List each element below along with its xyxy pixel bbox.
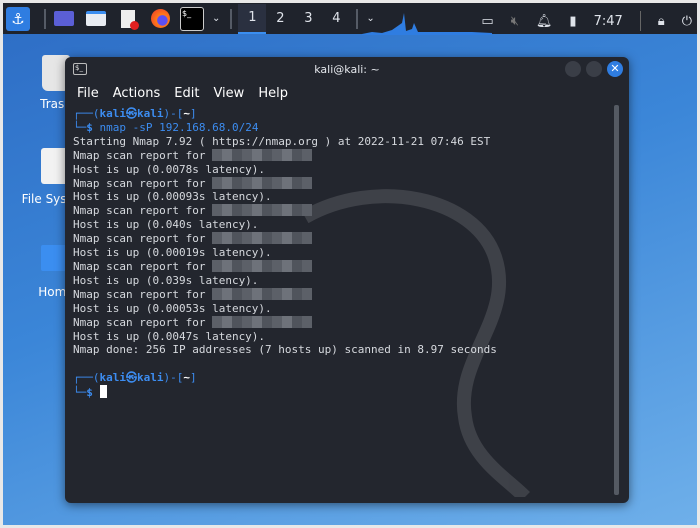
- redacted-ip: [212, 176, 313, 189]
- menu-actions[interactable]: Actions: [113, 86, 161, 101]
- terminal-icon: $_: [73, 63, 87, 75]
- cpu-graph: [362, 13, 492, 35]
- prompt-host: kali: [137, 371, 164, 385]
- output-line: Host is up (0.00093s latency).: [73, 190, 272, 204]
- menu-bar: File Actions Edit View Help: [65, 82, 629, 104]
- logout-icon[interactable]: ⏻: [682, 14, 692, 29]
- prompt-dir: ~: [183, 107, 190, 120]
- text-cursor: [99, 385, 107, 399]
- output-line: Host is up (0.0047s latency).: [73, 329, 266, 343]
- minimize-button[interactable]: [565, 61, 581, 77]
- output-line: Host is up (0.00019s latency).: [73, 246, 272, 260]
- firefox-icon[interactable]: [148, 7, 172, 31]
- close-button[interactable]: ✕: [607, 61, 623, 77]
- menu-help[interactable]: Help: [258, 86, 288, 101]
- output-line: Starting Nmap 7.92 ( https://nmap.org ) …: [73, 134, 491, 148]
- taskbar: ⚓ $_ ⌄ 1 2 3 4 ⌄ ▭ 🔇︎ 🔔︎ ▮ 7:47 🔒︎ ⏻: [0, 0, 700, 36]
- output-line: Nmap scan report for: [73, 259, 213, 273]
- output-line: Host is up (0.00053s latency).: [73, 301, 272, 315]
- output-line: Nmap scan report for: [73, 232, 213, 246]
- prompt-host: kali: [137, 107, 164, 120]
- command: nmap -sP 192.168.68.0/24: [99, 120, 259, 134]
- output-line: Nmap scan report for: [73, 176, 213, 190]
- output-line: Host is up (0.040s latency).: [73, 218, 259, 232]
- menu-edit[interactable]: Edit: [174, 86, 199, 101]
- divider: [230, 8, 233, 29]
- system-tray: ▭ 🔇︎ 🔔︎ ▮ 7:47 🔒︎ ⏻: [481, 6, 692, 36]
- output-line: Nmap done: 256 IP addresses (7 hosts up)…: [73, 343, 497, 357]
- divider: [639, 11, 641, 31]
- battery-icon[interactable]: ▮: [569, 14, 576, 29]
- text-editor-icon[interactable]: [116, 7, 140, 31]
- redacted-ip: [212, 148, 313, 161]
- workspace-3[interactable]: 3: [294, 4, 322, 34]
- terminal-window[interactable]: $_ kali@kali: ~ ✕ File Actions Edit View…: [65, 57, 629, 503]
- divider: [356, 8, 359, 29]
- lock-icon[interactable]: 🔒︎: [658, 14, 665, 29]
- redacted-ip: [212, 232, 313, 245]
- workspace-2[interactable]: 2: [266, 4, 294, 34]
- output-line: Host is up (0.039s latency).: [73, 273, 259, 287]
- window-title: kali@kali: ~: [314, 63, 380, 76]
- prompt-user: kali: [99, 107, 127, 120]
- menu-file[interactable]: File: [77, 86, 99, 101]
- clock[interactable]: 7:47: [594, 14, 623, 29]
- terminal-icon[interactable]: $_: [180, 6, 204, 31]
- scrollbar[interactable]: [614, 105, 619, 495]
- kali-menu-icon[interactable]: ⚓: [6, 6, 30, 31]
- title-bar[interactable]: $_ kali@kali: ~ ✕: [65, 57, 629, 82]
- prompt-dir: ~: [183, 371, 190, 385]
- file-manager-icon[interactable]: [84, 7, 108, 31]
- divider: [44, 8, 46, 29]
- redacted-ip: [212, 287, 313, 300]
- redacted-ip: [212, 259, 313, 272]
- workspace-1[interactable]: 1: [238, 3, 267, 34]
- volume-muted-icon[interactable]: 🔇︎: [511, 14, 519, 29]
- maximize-button[interactable]: [586, 61, 602, 77]
- output-line: Nmap scan report for: [73, 315, 213, 329]
- output-line: Nmap scan report for: [73, 148, 213, 162]
- redacted-ip: [212, 315, 313, 328]
- show-desktop-icon[interactable]: [52, 7, 76, 31]
- notification-bell-icon[interactable]: 🔔︎: [536, 14, 553, 29]
- menu-view[interactable]: View: [213, 86, 244, 101]
- display-icon[interactable]: ▭: [481, 14, 493, 29]
- output-line: Host is up (0.0078s latency).: [73, 162, 266, 176]
- chevron-down-icon[interactable]: ⌄: [212, 13, 220, 24]
- prompt-user: kali: [99, 371, 127, 385]
- terminal-output[interactable]: ┌──(kali㉿kali)-[~] └─$ nmap -sP 192.168.…: [73, 107, 497, 400]
- output-line: Nmap scan report for: [73, 287, 213, 301]
- workspace-4[interactable]: 4: [322, 4, 350, 34]
- redacted-ip: [212, 204, 313, 217]
- output-line: Nmap scan report for: [73, 204, 213, 218]
